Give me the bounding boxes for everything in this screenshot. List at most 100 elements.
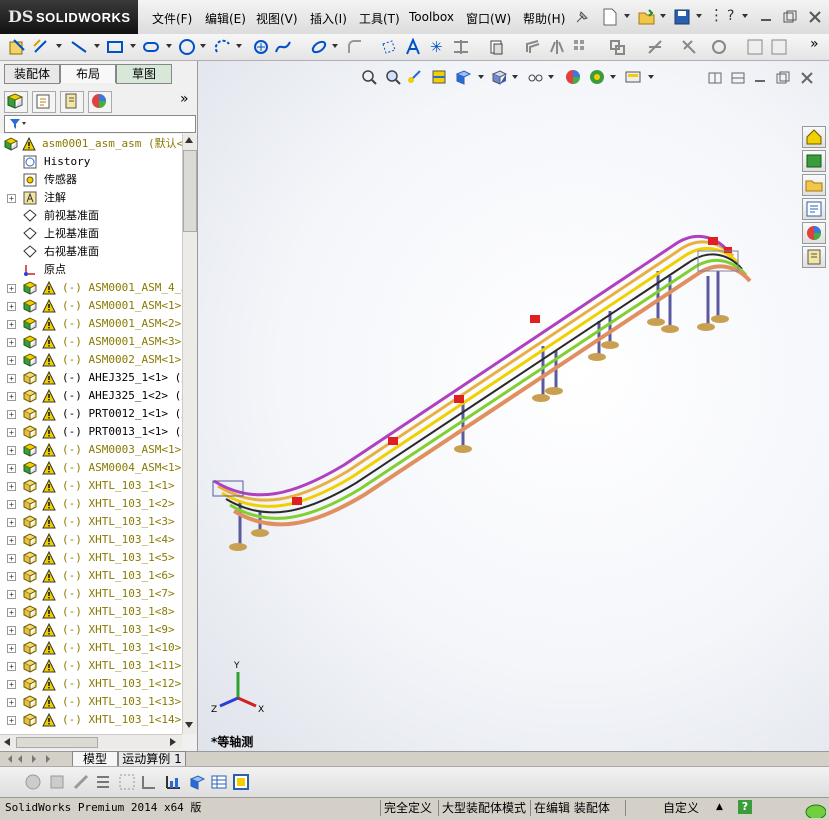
task-pane-design-library-button[interactable] [802, 150, 826, 172]
open-folder-icon[interactable] [638, 8, 656, 26]
task-pane-view-palette-button[interactable] [802, 198, 826, 220]
expand-toggle-icon[interactable]: + [7, 608, 16, 617]
expand-toggle-icon[interactable]: + [7, 284, 16, 293]
expand-toggle-icon[interactable]: + [7, 356, 16, 365]
graphics-viewport[interactable] [198, 61, 829, 751]
expand-toggle-icon[interactable]: + [7, 500, 16, 509]
offset-icon[interactable] [524, 38, 542, 56]
trim-icon[interactable] [452, 38, 470, 56]
tree-item[interactable]: 原点 [0, 261, 182, 279]
menu-insert[interactable]: 插入(I) [310, 10, 347, 27]
units-dropdown-icon[interactable]: ▲ [716, 802, 723, 812]
save-icon[interactable] [674, 9, 690, 25]
view-settings-icon[interactable] [624, 68, 642, 86]
pin-icon[interactable] [574, 9, 590, 25]
edit-appearance-icon[interactable] [564, 68, 582, 86]
tree-item[interactable]: + (-) XHTL_103_1<13> ( [0, 693, 182, 711]
tree-item[interactable]: + (-) AHEJ325_1<2> (默认< [0, 387, 182, 405]
text-icon[interactable] [404, 38, 422, 56]
tree-item[interactable]: + (-) XHTL_103_1<10> ( [0, 639, 182, 657]
mate-icon[interactable] [72, 773, 90, 791]
tree-item[interactable]: + (-) ASM0001_ASM<2> ( [0, 315, 182, 333]
point-icon[interactable]: ✳ [430, 38, 443, 56]
arc-icon[interactable] [214, 38, 232, 56]
tree-item[interactable]: 前视基准面 [0, 207, 182, 225]
expand-toggle-icon[interactable]: + [7, 518, 16, 527]
smart-dimension-icon[interactable] [32, 38, 50, 56]
hscroll-thumb[interactable] [16, 737, 98, 748]
relations-icon[interactable] [646, 38, 664, 56]
spline-icon[interactable] [274, 38, 292, 56]
tree-item[interactable]: + (-) PRT0012_1<1> (默认< [0, 405, 182, 423]
tree-item[interactable]: + (-) XHTL_103_1<11> ( [0, 657, 182, 675]
chevron-down-icon[interactable] [512, 75, 518, 79]
menu-toolbox[interactable]: Toolbox [409, 10, 454, 24]
image-icon[interactable] [232, 773, 250, 791]
resize-grip-icon[interactable] [800, 800, 826, 818]
viewport-restore-icon[interactable] [776, 71, 790, 85]
panel-expand-icon[interactable]: » [180, 91, 189, 107]
view-orientation-icon[interactable] [454, 68, 472, 86]
scroll-right-icon[interactable] [170, 738, 176, 746]
task-pane-resources-button[interactable] [802, 126, 826, 148]
viewport-split-horizontal-icon[interactable] [731, 72, 745, 84]
instant2d-icon[interactable] [770, 38, 788, 56]
viewport-minimize-icon[interactable] [754, 72, 766, 84]
tab-model[interactable]: 模型 [72, 751, 118, 767]
menu-tools[interactable]: 工具(T) [359, 10, 400, 27]
repair-sketch-icon[interactable] [680, 38, 698, 56]
expand-toggle-icon[interactable]: + [7, 536, 16, 545]
tree-item[interactable]: + (-) ASM0001_ASM<1> ( [0, 297, 182, 315]
slot-icon[interactable] [142, 38, 160, 56]
scroll-left-icon[interactable] [4, 738, 10, 746]
section-view-icon[interactable] [430, 68, 448, 86]
menu-window[interactable]: 窗口(W) [466, 10, 511, 27]
tab-navigation-arrows[interactable] [6, 754, 66, 764]
feature-manager-tab-button[interactable] [4, 91, 28, 113]
rectangle-icon[interactable] [106, 38, 124, 56]
tree-item[interactable]: + (-) XHTL_103_1<4> (默 [0, 531, 182, 549]
tree-item[interactable]: + (-) XHTL_103_1<8> (默 [0, 603, 182, 621]
scroll-down-icon[interactable] [185, 722, 193, 728]
property-manager-tab-button[interactable] [32, 91, 56, 113]
chart-icon[interactable] [164, 773, 182, 791]
scrollbar-thumb[interactable] [183, 150, 197, 232]
tree-item[interactable]: 右视基准面 [0, 243, 182, 261]
expand-toggle-icon[interactable]: + [7, 554, 16, 563]
solidworks-logo[interactable]: DS SOLIDWORKS [0, 0, 138, 34]
expand-toggle-icon[interactable]: + [7, 374, 16, 383]
close-icon[interactable] [808, 10, 822, 24]
tree-item[interactable]: + (-) XHTL_103_1<9> (默 [0, 621, 182, 639]
expand-toggle-icon[interactable]: + [7, 716, 16, 725]
quick-snaps-icon[interactable] [710, 38, 728, 56]
tree-item[interactable]: + (-) ASM0004_ASM<1> ( [0, 459, 182, 477]
chevron-down-icon[interactable] [236, 44, 242, 48]
tree-item[interactable]: 上视基准面 [0, 225, 182, 243]
task-pane-appearances-button[interactable] [802, 222, 826, 244]
expand-toggle-icon[interactable]: + [7, 572, 16, 581]
menu-view[interactable]: 视图(V) [256, 10, 298, 27]
minimize-icon[interactable] [760, 11, 772, 23]
expand-toggle-icon[interactable]: + [7, 482, 16, 491]
chevron-down-icon[interactable] [56, 44, 62, 48]
toolbar-overflow-icon[interactable]: » [810, 36, 819, 52]
hide-show-items-icon[interactable] [526, 68, 544, 86]
expand-toggle-icon[interactable]: + [7, 428, 16, 437]
chevron-down-icon[interactable] [94, 44, 100, 48]
chevron-down-icon[interactable] [660, 14, 666, 18]
line-icon[interactable] [70, 38, 88, 56]
tree-item[interactable]: + (-) XHTL_103_1<3> (默 [0, 513, 182, 531]
expand-toggle-icon[interactable]: + [7, 194, 16, 203]
expand-toggle-icon[interactable]: + [7, 644, 16, 653]
chevron-down-icon[interactable] [166, 44, 172, 48]
help-icon[interactable]: ? [727, 8, 734, 24]
expand-toggle-icon[interactable]: + [7, 410, 16, 419]
tree-item[interactable]: + (-) ASM0003_ASM<1> ( [0, 441, 182, 459]
previous-view-icon[interactable] [406, 68, 424, 86]
zoom-to-fit-icon[interactable] [360, 68, 378, 86]
list-icon[interactable] [94, 773, 112, 791]
configuration-manager-tab-button[interactable] [60, 91, 84, 113]
tree-item[interactable]: + (-) XHTL_103_1<5> (默 [0, 549, 182, 567]
tree-item[interactable]: + (-) XHTL_103_1<7> (默 [0, 585, 182, 603]
zoom-to-area-icon[interactable] [384, 68, 402, 86]
